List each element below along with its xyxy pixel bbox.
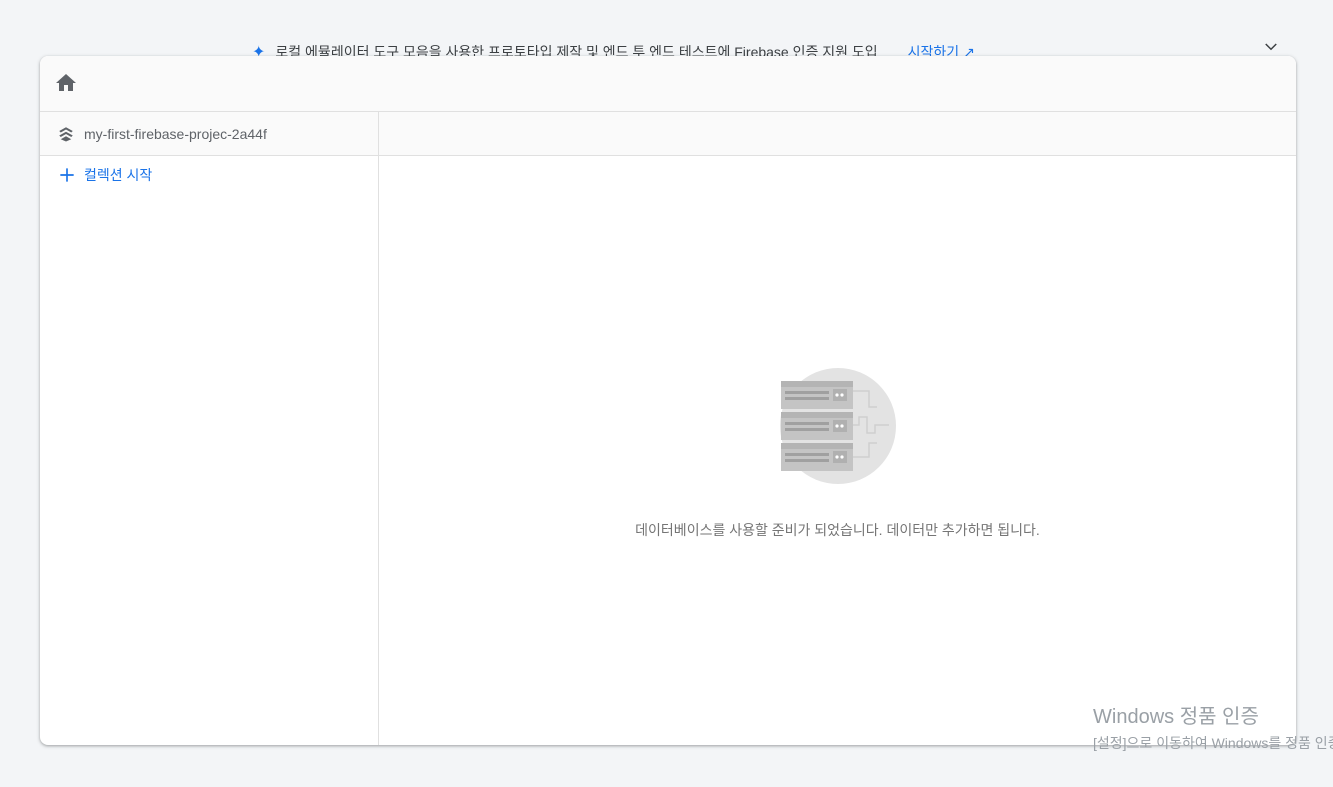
document-panel: 데이터베이스를 사용할 준비가 되었습니다. 데이터만 추가하면 됩니다. bbox=[379, 112, 1296, 745]
get-started-link[interactable]: 시작하기 ↗ bbox=[908, 42, 975, 56]
watermark-subtitle: [설정]으로 이동하여 Windows를 정품 인증합니다. bbox=[1093, 735, 1333, 751]
banner-content: ✦ 로컬 에뮬레이터 도구 모음을 사용한 프로토타입 제작 및 엔드 투 엔드… bbox=[252, 42, 975, 56]
plus-icon bbox=[60, 168, 74, 182]
card-header bbox=[40, 56, 1296, 112]
root-panel: my-first-firebase-projec-2a44f 컬렉션 시작 bbox=[40, 112, 379, 745]
server-rack-illustration bbox=[780, 368, 896, 484]
windows-activation-watermark: Windows 정품 인증 [설정]으로 이동하여 Windows를 정품 인증… bbox=[1093, 700, 1333, 753]
sparkle-icon: ✦ bbox=[252, 44, 266, 56]
document-panel-header bbox=[379, 112, 1296, 156]
home-icon[interactable] bbox=[54, 71, 78, 95]
get-started-link-label[interactable]: 시작하기 bbox=[908, 44, 960, 56]
chevron-down-icon[interactable] bbox=[1262, 38, 1280, 56]
database-name[interactable]: my-first-firebase-projec-2a44f bbox=[84, 126, 267, 142]
banner-text: 로컬 에뮬레이터 도구 모음을 사용한 프로토타입 제작 및 엔드 투 엔드 테… bbox=[275, 44, 878, 56]
start-collection-label[interactable]: 컬렉션 시작 bbox=[84, 165, 152, 185]
firestore-data-card: my-first-firebase-projec-2a44f 컬렉션 시작 데이… bbox=[40, 56, 1296, 745]
announcement-banner: ✦ 로컬 에뮬레이터 도구 모음을 사용한 프로토타입 제작 및 엔드 투 엔드… bbox=[0, 0, 1333, 56]
start-collection-button[interactable]: 컬렉션 시작 bbox=[40, 156, 378, 194]
root-panel-header: my-first-firebase-projec-2a44f bbox=[40, 112, 378, 156]
empty-state-message: 데이터베이스를 사용할 준비가 되었습니다. 데이터만 추가하면 됩니다. bbox=[635, 522, 1040, 538]
firestore-icon bbox=[59, 126, 73, 141]
external-link-icon: ↗ bbox=[959, 44, 975, 56]
watermark-title: Windows 정품 인증 bbox=[1093, 706, 1259, 728]
